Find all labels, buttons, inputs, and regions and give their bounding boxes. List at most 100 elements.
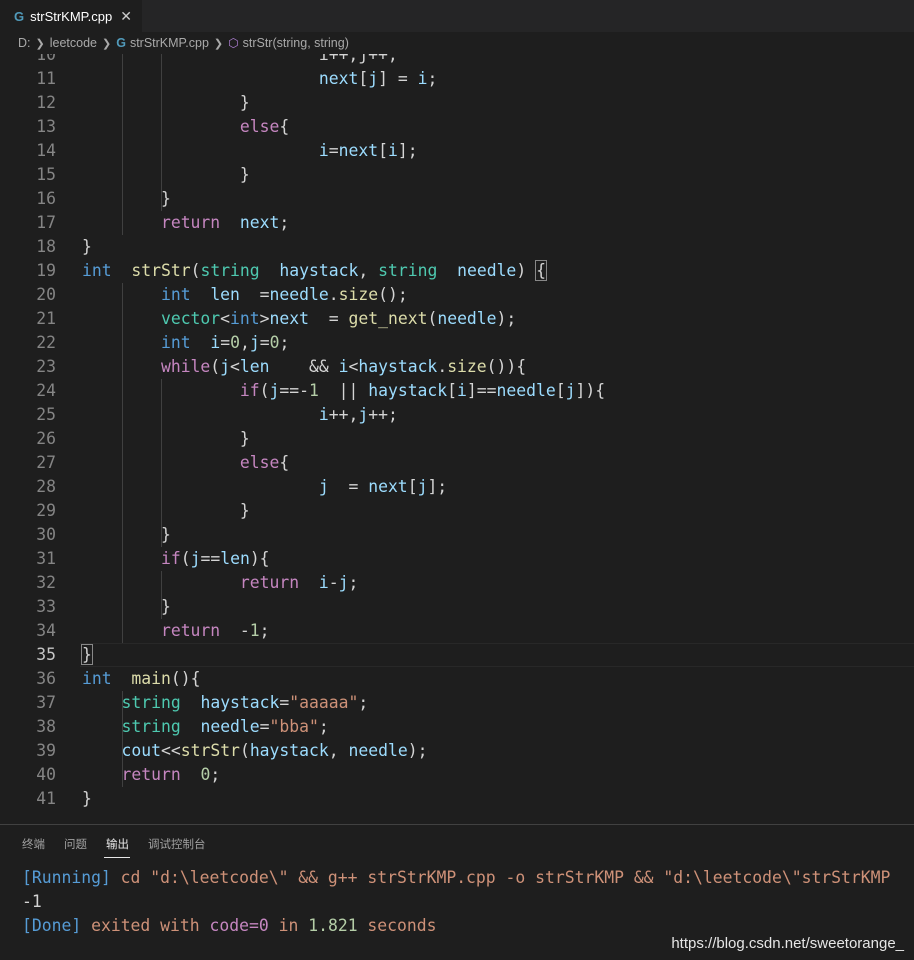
code-line[interactable]: 21 vector<int>next = get_next(needle); [0, 307, 914, 331]
code-line[interactable]: 27 else{ [0, 451, 914, 475]
code-token: haystack [358, 357, 438, 376]
breadcrumb-folder[interactable]: leetcode [50, 36, 97, 50]
running-command: cd "d:\leetcode\" && g++ strStrKMP.cpp -… [110, 868, 891, 887]
code-token: string [121, 717, 181, 736]
code-line[interactable]: 30 } [0, 523, 914, 547]
code-token: j [190, 549, 201, 568]
code-line[interactable]: 41} [0, 787, 914, 811]
code-token: [ [358, 69, 369, 88]
breadcrumb-drive[interactable]: D: [18, 36, 31, 50]
code-line[interactable]: 34 return -1; [0, 619, 914, 643]
code-token: len [220, 549, 250, 568]
code-token: j [338, 573, 349, 592]
code-line[interactable]: 39 cout<<strStr(haystack, needle); [0, 739, 914, 763]
line-number: 31 [36, 549, 56, 568]
code-line[interactable]: 20 int len =needle.size(); [0, 283, 914, 307]
running-tag: [Running] [22, 868, 111, 887]
code-token: ; [427, 69, 438, 88]
code-line[interactable]: 25 i++,j++; [0, 403, 914, 427]
line-number: 18 [36, 237, 56, 256]
code-token: needle [457, 261, 517, 280]
code-token: get_next [348, 309, 428, 328]
code-token: vector [160, 309, 221, 328]
code-line[interactable]: 36 int main(){ [0, 667, 914, 691]
code-token: = [309, 309, 349, 328]
elapsed-seconds: 1.821 [308, 916, 358, 935]
code-line[interactable]: 16 } [0, 187, 914, 211]
code-token: ; [358, 693, 369, 712]
code-line[interactable]: 23 while(j<len && i<haystack.size()){ [0, 355, 914, 379]
line-number: 26 [36, 429, 56, 448]
indent-guide [121, 283, 123, 643]
code-line[interactable]: 35} [0, 643, 914, 667]
tab-strstrkmp[interactable]: G strStrKMP.cpp ✕ [0, 0, 142, 32]
code-line[interactable]: 26 } [0, 427, 914, 451]
code-editor[interactable]: 10 i++,j++; 11 next[j] = i; 12 } 13 else{ 1 4… [0, 54, 914, 824]
code-token: needle [269, 285, 329, 304]
code-line[interactable]: 12 } [0, 91, 914, 115]
code-token: = [239, 285, 270, 304]
code-line[interactable]: 33 } [0, 595, 914, 619]
code-line[interactable]: 29 } [0, 499, 914, 523]
code-token: { [279, 453, 290, 472]
code-line[interactable]: 38 string needle="bba"; [0, 715, 914, 739]
code-token: [ [447, 381, 458, 400]
line-number: 11 [36, 69, 56, 88]
code-line[interactable]: 11 next[j] = i; [0, 67, 914, 91]
code-token: } [82, 789, 92, 808]
code-token: i [387, 141, 398, 160]
code-token: 0 [269, 333, 280, 352]
line-number: 25 [36, 405, 56, 424]
code-token: ; [348, 573, 359, 592]
code-line[interactable]: 15 } [0, 163, 914, 187]
code-token: = [279, 693, 290, 712]
breadcrumb-symbol[interactable]: strStr(string, string) [243, 36, 349, 50]
code-line[interactable]: 40 return 0; [0, 763, 914, 787]
code-token: strStr [131, 261, 191, 280]
breadcrumb-file[interactable]: strStrKMP.cpp [130, 36, 209, 50]
code-token: < [220, 309, 231, 328]
code-token: = [328, 141, 339, 160]
close-icon[interactable]: ✕ [120, 8, 132, 25]
code-text: int main(){ [82, 667, 200, 691]
code-token: ==- [279, 381, 309, 400]
code-token: i++,j++; [82, 54, 398, 64]
code-text: i++,j++; [82, 403, 398, 427]
code-token: string [378, 261, 438, 280]
code-line[interactable]: 31 if(j==len){ [0, 547, 914, 571]
method-symbol-icon: ⬡ [228, 36, 239, 50]
code-text: j = next[j]; [82, 475, 447, 499]
panel-tab-debug-console[interactable]: 调试控制台 [148, 836, 206, 852]
code-line[interactable]: 19 int strStr(string haystack, string nee… [0, 259, 914, 283]
code-text: int i=0,j=0; [82, 331, 289, 355]
panel-tab-problems[interactable]: 问题 [64, 836, 87, 852]
code-text: int strStr(string haystack, string needl… [82, 259, 547, 283]
code-token: len [210, 285, 240, 304]
code-token: needle [348, 741, 408, 760]
code-line[interactable]: 13 else{ [0, 115, 914, 139]
code-token: . [328, 285, 339, 304]
code-line[interactable]: 24 if(j==-1 || haystack[i]==needle[j]){ [0, 379, 914, 403]
code-line[interactable]: 10 i++,j++; [0, 54, 914, 67]
code-text: i++,j++; [82, 54, 398, 67]
code-line[interactable]: 28 j = next[j]; [0, 475, 914, 499]
code-line[interactable]: 17 return next; [0, 211, 914, 235]
code-token: 1 [249, 621, 260, 640]
code-token: j [249, 333, 260, 352]
code-line[interactable]: 18} [0, 235, 914, 259]
code-line[interactable]: 37 string haystack="aaaaa"; [0, 691, 914, 715]
code-line[interactable]: 32 return i-j; [0, 571, 914, 595]
chevron-right-icon: ❯ [101, 37, 112, 50]
chevron-right-icon: ❯ [35, 37, 45, 50]
line-number: 27 [36, 453, 56, 472]
panel-tab-terminal[interactable]: 终端 [22, 836, 45, 852]
exit-code: code=0 [209, 916, 269, 935]
code-line[interactable]: 22 int i=0,j=0; [0, 331, 914, 355]
code-token: string [200, 261, 260, 280]
panel-tab-output[interactable]: 输出 [106, 836, 129, 852]
code-line[interactable]: 14 i=next[i]; [0, 139, 914, 163]
